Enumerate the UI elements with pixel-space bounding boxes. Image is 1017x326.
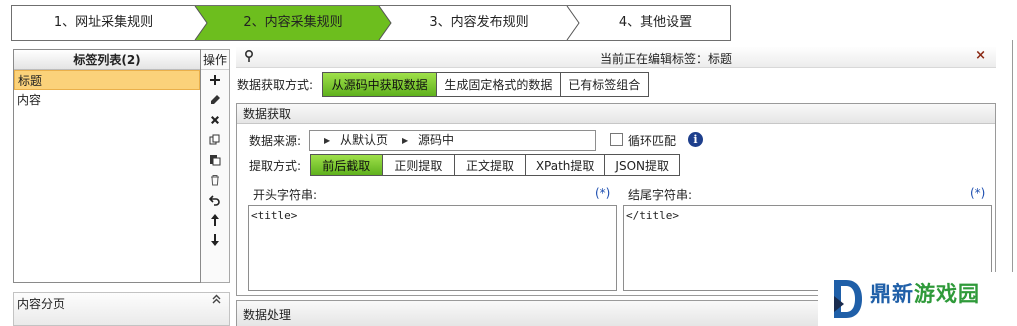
source-crumb-source-code[interactable]: 源码中 <box>418 131 454 150</box>
tag-list-item-content[interactable]: 内容 <box>14 90 200 110</box>
mode-option-tag-combo[interactable]: 已有标签组合 <box>560 73 648 96</box>
loop-match-checkbox[interactable] <box>610 133 623 146</box>
data-processing-title: 数据处理 <box>243 308 292 322</box>
watermark-brand-green: 游戏园 <box>914 282 980 306</box>
wizard-step-4[interactable]: 4、其他设置 <box>579 6 730 40</box>
collapse-chevron-icon[interactable] <box>212 294 221 307</box>
move-up-icon[interactable] <box>201 210 229 230</box>
method-option-json[interactable]: JSON提取 <box>605 155 679 175</box>
method-option-before-after[interactable]: 前后截取 <box>311 155 383 175</box>
editor-header: 当前正在编辑标签：标题 × <box>236 47 996 68</box>
breadcrumb-arrow-icon: ▶ <box>402 136 409 145</box>
breadcrumb-arrow-icon: ▶ <box>324 136 331 145</box>
method-option-body-text[interactable]: 正文提取 <box>455 155 526 175</box>
edit-icon[interactable] <box>201 90 229 110</box>
watermark-brand-blue: 鼎新 <box>870 282 914 306</box>
close-icon[interactable]: × <box>975 48 986 63</box>
required-mark: (*) <box>595 186 611 200</box>
watermark-logo: 鼎新游戏园 <box>818 272 1017 326</box>
content-paging-panel[interactable]: 内容分页 <box>13 292 230 326</box>
wizard-steps: 1、网址采集规则 2、内容采集规则 3、内容发布规则 4、其他设置 <box>11 5 731 41</box>
trash-icon[interactable] <box>201 170 229 190</box>
start-string-label: 开头字符串: <box>253 188 318 202</box>
content-paging-label: 内容分页 <box>17 297 66 311</box>
data-acquire-title: 数据获取 <box>237 104 995 124</box>
logo-mark-icon <box>834 280 862 318</box>
add-icon[interactable] <box>201 70 229 90</box>
watermark-brand: 鼎新游戏园 <box>870 278 980 308</box>
method-option-xpath[interactable]: XPath提取 <box>525 155 606 175</box>
operations-toolbar: 操作 <box>201 49 230 283</box>
mode-option-from-source[interactable]: 从源码中获取数据 <box>323 73 438 96</box>
extract-method-segmented: 前后截取 正则提取 正文提取 XPath提取 JSON提取 <box>310 154 680 176</box>
operations-title: 操作 <box>201 50 229 70</box>
data-processing-group[interactable]: 数据处理 <box>236 300 836 326</box>
undo-icon[interactable] <box>201 190 229 210</box>
loop-match-label: 循环匹配 <box>628 134 677 148</box>
tag-list-title: 标签列表(2) <box>14 50 200 70</box>
mode-option-fixed-format[interactable]: 生成固定格式的数据 <box>437 73 561 96</box>
start-string-textarea[interactable]: <title> <box>248 205 617 291</box>
data-source-selector[interactable]: ▶ 从默认页 ▶ 源码中 <box>309 130 596 151</box>
acquire-mode-label: 数据获取方式: <box>237 78 314 92</box>
end-string-label: 结尾字符串: <box>628 188 693 202</box>
info-icon[interactable]: i <box>688 132 703 147</box>
required-mark: (*) <box>970 186 986 200</box>
data-source-label: 数据来源: <box>249 134 302 148</box>
wizard-step-1[interactable]: 1、网址采集规则 <box>12 6 195 40</box>
tag-list-panel: 标签列表(2) 标题 内容 <box>13 49 201 283</box>
tag-list-item-title[interactable]: 标题 <box>14 70 200 90</box>
paste-icon[interactable] <box>201 150 229 170</box>
copy-icon[interactable] <box>201 130 229 150</box>
acquire-mode-segmented: 从源码中获取数据 生成固定格式的数据 已有标签组合 <box>322 72 649 97</box>
method-option-regex[interactable]: 正则提取 <box>382 155 456 175</box>
wizard-separator <box>566 6 580 40</box>
editor-title: 当前正在编辑标签：标题 <box>599 52 732 66</box>
wizard-step-3[interactable]: 3、内容发布规则 <box>391 6 567 40</box>
delete-icon[interactable] <box>201 110 229 130</box>
extract-method-label: 提取方式: <box>249 159 302 173</box>
wizard-step-2[interactable]: 2、内容采集规则 <box>207 6 379 40</box>
move-down-icon[interactable] <box>201 230 229 250</box>
source-crumb-default-page[interactable]: 从默认页 <box>340 131 388 150</box>
